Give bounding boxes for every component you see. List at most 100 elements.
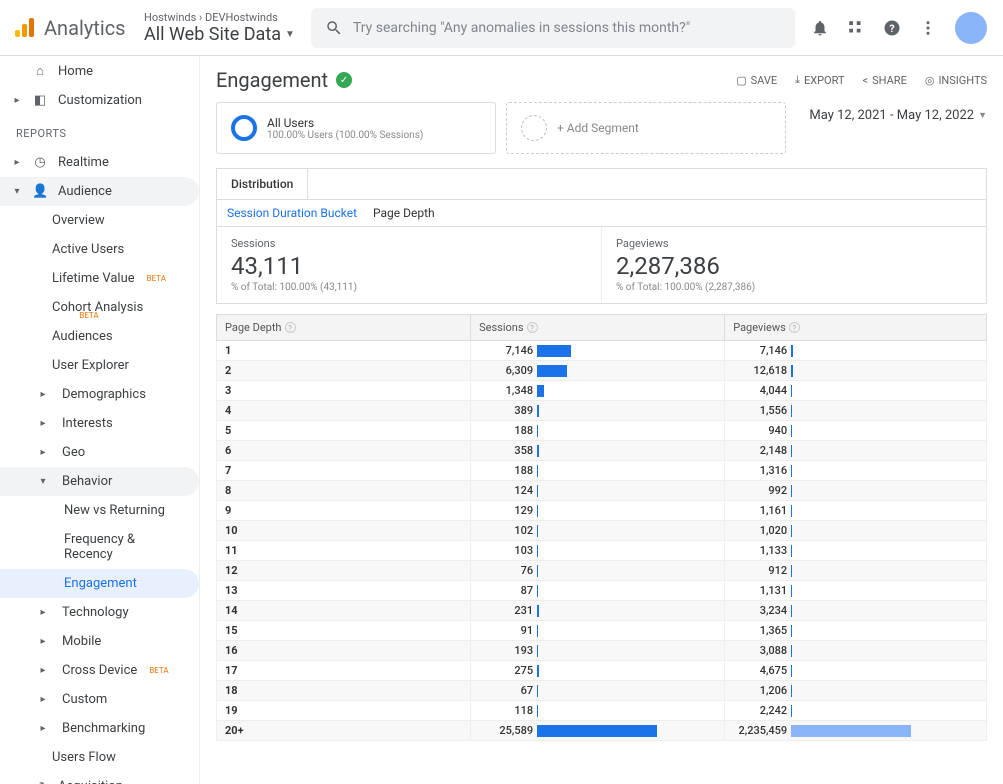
sidebar-item-freq-recency[interactable]: Frequency & Recency	[0, 525, 199, 569]
sidebar-item-geo[interactable]: ▸Geo	[0, 438, 199, 467]
table-row: 111031,133	[217, 541, 987, 561]
search-input[interactable]: Try searching "Any anomalies in sessions…	[311, 8, 795, 48]
cell-depth: 4	[217, 401, 471, 421]
cell-pageviews: 1,206	[725, 681, 987, 701]
sidebar-item-audience[interactable]: ▾👤Audience	[0, 177, 199, 206]
analytics-logo-icon	[12, 16, 36, 40]
summary-pageviews: Pageviews 2,287,386 % of Total: 100.00% …	[602, 227, 986, 303]
cell-sessions: 188	[471, 421, 725, 441]
sidebar-item-acquisition[interactable]: ▸↗Acquisition	[0, 772, 199, 784]
date-range-picker[interactable]: May 12, 2021 - May 12, 2022▼	[809, 102, 987, 123]
summary-row: Sessions 43,111 % of Total: 100.00% (43,…	[216, 227, 987, 304]
share-button[interactable]: <SHARE	[863, 73, 907, 87]
table-row: 5188940	[217, 421, 987, 441]
help-icon[interactable]: ?	[285, 322, 296, 333]
cell-depth: 2	[217, 361, 471, 381]
breadcrumb: Hostwinds › DEVHostwinds	[144, 11, 295, 24]
cell-depth: 19	[217, 701, 471, 721]
sidebar-item-users-flow[interactable]: Users Flow	[0, 743, 199, 772]
sidebar-item-lifetime-value[interactable]: Lifetime ValueBETA	[0, 264, 199, 293]
cell-pageviews: 940	[725, 421, 987, 441]
table-row: 91291,161	[217, 501, 987, 521]
subtab-row: Session Duration Bucket Page Depth	[216, 199, 987, 227]
sidebar-item-engagement[interactable]: Engagement	[0, 569, 199, 598]
table-row: 161933,088	[217, 641, 987, 661]
share-icon: <	[863, 74, 869, 87]
table-row: 13871,131	[217, 581, 987, 601]
cell-sessions: 103	[471, 541, 725, 561]
cell-depth: 3	[217, 381, 471, 401]
subtab-page-depth[interactable]: Page Depth	[373, 206, 435, 220]
insights-icon: ◎	[925, 74, 935, 87]
sidebar-item-technology[interactable]: ▸Technology	[0, 598, 199, 627]
table-row: 1276912	[217, 561, 987, 581]
insights-button[interactable]: ◎INSIGHTS	[925, 73, 987, 87]
segment-title: All Users	[267, 116, 423, 130]
cell-pageviews: 12,618	[725, 361, 987, 381]
sidebar-item-customization[interactable]: ▸◧Customization	[0, 86, 199, 115]
col-sessions[interactable]: Sessions?	[471, 315, 725, 341]
table-row: 101021,020	[217, 521, 987, 541]
sidebar-item-overview[interactable]: Overview	[0, 206, 199, 235]
sidebar-item-user-explorer[interactable]: User Explorer	[0, 351, 199, 380]
sidebar-item-active-users[interactable]: Active Users	[0, 235, 199, 264]
sidebar-item-audiences[interactable]: Audiences	[0, 322, 199, 351]
col-pageviews[interactable]: Pageviews?	[725, 315, 987, 341]
apps-icon[interactable]	[847, 19, 865, 37]
table-row: 31,3484,044	[217, 381, 987, 401]
cell-depth: 14	[217, 601, 471, 621]
sidebar-item-mobile[interactable]: ▸Mobile	[0, 627, 199, 656]
search-icon	[325, 19, 343, 37]
help-icon[interactable]: ?	[883, 19, 901, 37]
subtab-session-duration[interactable]: Session Duration Bucket	[227, 206, 357, 220]
cell-sessions: 231	[471, 601, 725, 621]
sidebar-item-benchmarking[interactable]: ▸Benchmarking	[0, 714, 199, 743]
main-content: Engagement✓ ▢SAVE ⤓EXPORT <SHARE ◎INSIGH…	[200, 56, 1003, 784]
more-icon[interactable]	[919, 19, 937, 37]
cell-depth: 7	[217, 461, 471, 481]
cell-pageviews: 1,316	[725, 461, 987, 481]
table-row: 8124992	[217, 481, 987, 501]
cell-depth: 1	[217, 341, 471, 361]
bell-icon[interactable]	[811, 19, 829, 37]
sidebar-item-cohort[interactable]: Cohort AnalysisBETA	[0, 293, 199, 322]
cell-depth: 17	[217, 661, 471, 681]
export-button[interactable]: ⤓EXPORT	[795, 73, 844, 87]
table-row: 26,30912,618	[217, 361, 987, 381]
help-icon[interactable]: ?	[789, 322, 800, 333]
cell-pageviews: 992	[725, 481, 987, 501]
app-header: Analytics Hostwinds › DEVHostwinds All W…	[0, 0, 1003, 56]
add-circle-icon	[521, 115, 547, 141]
header-actions: ?	[811, 12, 991, 44]
property-selector[interactable]: Hostwinds › DEVHostwinds All Web Site Da…	[144, 11, 295, 45]
avatar[interactable]	[955, 12, 987, 44]
chevron-down-icon: ▼	[978, 110, 987, 121]
cell-pageviews: 3,234	[725, 601, 987, 621]
cell-depth: 20+	[217, 721, 471, 741]
segment-all-users[interactable]: All Users 100.00% Users (100.00% Session…	[216, 102, 496, 154]
cell-sessions: 25,589	[471, 721, 725, 741]
sidebar-item-new-vs-returning[interactable]: New vs Returning	[0, 496, 199, 525]
sidebar-item-behavior[interactable]: ▾Behavior	[0, 467, 199, 496]
sidebar-item-cross-device[interactable]: ▸Cross DeviceBETA	[0, 656, 199, 685]
logo[interactable]: Analytics	[12, 16, 140, 40]
sidebar-item-realtime[interactable]: ▸◷Realtime	[0, 148, 199, 177]
property-name: All Web Site Data	[144, 24, 281, 45]
help-icon[interactable]: ?	[527, 322, 538, 333]
sidebar-item-interests[interactable]: ▸Interests	[0, 409, 199, 438]
segment-circle-icon	[231, 115, 257, 141]
tab-distribution[interactable]: Distribution	[217, 169, 308, 199]
sidebar-item-home[interactable]: ⌂Home	[0, 56, 199, 86]
cell-sessions: 129	[471, 501, 725, 521]
cell-sessions: 275	[471, 661, 725, 681]
tab-row: Distribution	[216, 168, 987, 199]
sidebar-reports-label: REPORTS	[0, 115, 199, 148]
save-icon: ▢	[736, 74, 746, 87]
sidebar-item-demographics[interactable]: ▸Demographics	[0, 380, 199, 409]
sidebar-item-custom[interactable]: ▸Custom	[0, 685, 199, 714]
add-segment-button[interactable]: + Add Segment	[506, 102, 786, 154]
save-button[interactable]: ▢SAVE	[736, 73, 777, 87]
cell-pageviews: 1,556	[725, 401, 987, 421]
col-page-depth[interactable]: Page Depth?	[217, 315, 471, 341]
cell-sessions: 188	[471, 461, 725, 481]
